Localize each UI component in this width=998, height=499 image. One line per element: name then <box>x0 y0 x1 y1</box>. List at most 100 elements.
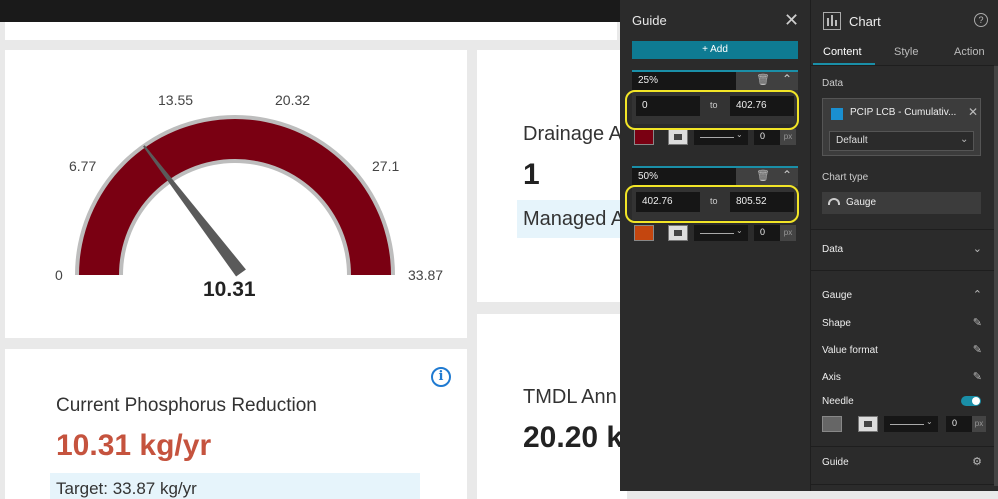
edit-icon[interactable]: ✎ <box>973 343 982 356</box>
gauge-tick-3: 20.32 <box>275 92 311 108</box>
line-width-input[interactable]: 0 <box>754 129 780 145</box>
gauge-section-header[interactable]: Gauge ⌃ <box>822 289 982 301</box>
drainage-title: Drainage A <box>523 123 622 145</box>
datasource-name[interactable]: PCIP LCB - Cumulativ... <box>850 107 962 118</box>
data-label: Data <box>822 78 844 89</box>
top-header-bar <box>0 0 620 22</box>
fill-style-icon[interactable] <box>668 129 688 145</box>
divider <box>811 65 994 66</box>
divider <box>811 484 994 485</box>
panel-title: Chart <box>849 14 881 29</box>
managed-label: Managed A <box>517 200 627 238</box>
highlight-annotation <box>625 185 799 223</box>
info-icon[interactable]: i <box>431 367 451 387</box>
trash-icon[interactable]: 🗑 <box>756 169 770 182</box>
guide-style-row: ⌄ 0 px <box>632 220 798 246</box>
needle-color-swatch[interactable] <box>822 416 842 432</box>
phosphorus-card[interactable]: i Current Phosphorus Reduction 10.31 kg/… <box>5 349 467 499</box>
unit-label: px <box>780 225 796 241</box>
guide-label: Guide <box>822 457 849 468</box>
close-icon[interactable]: ✕ <box>784 10 799 31</box>
phosphorus-title: Current Phosphorus Reduction <box>56 395 317 416</box>
gauge-tick-1: 6.77 <box>69 158 97 174</box>
gauge-tick-5: 33.87 <box>408 267 444 283</box>
value-format-label: Value format <box>822 345 878 356</box>
axis-label: Axis <box>822 372 841 383</box>
gauge-icon <box>828 198 840 205</box>
guide-panel-title: Guide <box>632 13 667 28</box>
unit-label: px <box>780 129 796 145</box>
data-section-header[interactable]: Data ⌄ <box>822 243 982 255</box>
scrollbar[interactable] <box>994 66 998 486</box>
shape-row[interactable]: Shape ✎ <box>822 316 982 329</box>
gauge-tick-4: 27.1 <box>372 158 400 174</box>
gauge-tick-2: 13.55 <box>158 92 194 108</box>
gauge-section-label: Gauge <box>822 290 853 301</box>
chevron-down-icon: ⌄ <box>972 243 982 255</box>
edit-icon[interactable]: ✎ <box>973 370 982 383</box>
divider <box>811 270 994 271</box>
highlight-annotation <box>625 90 799 130</box>
axis-row[interactable]: Axis ✎ <box>822 370 982 383</box>
gauge-card[interactable]: 0 6.77 13.55 20.32 27.1 33.87 10.31 <box>5 50 467 338</box>
bar-chart-icon <box>823 12 841 30</box>
guide-item-header: 50% 🗑 ⌃ <box>632 166 798 186</box>
guide-item-header: 25% 🗑 ⌃ <box>632 70 798 90</box>
datasource-box: PCIP LCB - Cumulativ... ✕ Default ⌄ <box>822 98 981 156</box>
chevron-up-icon[interactable]: ⌃ <box>782 72 792 86</box>
chart-type-value: Gauge <box>846 197 877 208</box>
guide-panel: Guide ✕ + Add 25% 🗑 ⌃ 0 to 402.76 ⌄ 0 px… <box>620 0 810 491</box>
tab-content[interactable]: Content <box>823 46 862 58</box>
line-style-select[interactable]: ⌄ <box>694 129 748 145</box>
data-section-label: Data <box>822 244 844 255</box>
close-icon[interactable]: ✕ <box>968 105 978 119</box>
gear-icon[interactable]: ⚙ <box>972 455 982 468</box>
guide-color-swatch[interactable] <box>634 225 654 241</box>
chevron-down-icon: ⌄ <box>960 134 969 145</box>
needle-row: Needle <box>822 396 982 407</box>
shape-label: Shape <box>822 318 851 329</box>
line-style-select[interactable]: ⌄ <box>884 416 938 432</box>
divider <box>811 446 994 447</box>
chart-type-button[interactable]: Gauge <box>822 192 981 214</box>
needle-toggle[interactable] <box>961 396 981 406</box>
settings-tabs: Content Style Action <box>811 40 998 65</box>
tmdl-title: TMDL Ann <box>523 386 617 408</box>
add-guide-button[interactable]: + Add <box>632 41 798 59</box>
tab-style[interactable]: Style <box>894 46 918 58</box>
phosphorus-value: 10.31 kg/yr <box>56 429 212 462</box>
fill-style-icon[interactable] <box>858 416 878 432</box>
divider <box>811 229 994 230</box>
guide-percent-input[interactable]: 50% <box>632 168 736 186</box>
chevron-up-icon[interactable]: ⌃ <box>782 168 792 182</box>
chevron-up-icon: ⌃ <box>972 289 982 301</box>
needle-width-input[interactable]: 0 <box>946 416 972 432</box>
chart-type-label: Chart type <box>822 172 869 183</box>
guide-row[interactable]: Guide ⚙ <box>822 455 982 468</box>
needle-label: Needle <box>822 396 854 407</box>
tab-action[interactable]: Action <box>954 46 985 58</box>
gauge-tick-0: 0 <box>55 267 63 283</box>
drainage-card[interactable]: Drainage A 1 Managed A <box>477 50 627 302</box>
value-format-row[interactable]: Value format ✎ <box>822 343 982 356</box>
gauge-value: 10.31 <box>203 278 256 301</box>
edit-icon[interactable]: ✎ <box>973 316 982 329</box>
needle-style-row: ⌄ 0 px <box>822 414 986 436</box>
help-icon[interactable]: ? <box>974 13 988 27</box>
unit-label: px <box>972 416 986 432</box>
trash-icon[interactable]: 🗑 <box>756 73 770 86</box>
datasource-view-select[interactable]: Default ⌄ <box>829 131 974 151</box>
phosphorus-target: Target: 33.87 kg/yr <box>50 473 420 499</box>
tmdl-card[interactable]: TMDL Ann 20.20 k <box>477 314 627 499</box>
guide-color-swatch[interactable] <box>634 129 654 145</box>
line-width-input[interactable]: 0 <box>754 225 780 241</box>
fill-style-icon[interactable] <box>668 225 688 241</box>
chart-settings-panel: Chart ? Content Style Action Data PCIP L… <box>810 0 998 491</box>
datasource-icon <box>831 108 843 120</box>
datasource-view-value: Default <box>836 135 868 146</box>
drainage-value: 1 <box>523 158 540 191</box>
tmdl-value: 20.20 k <box>523 421 624 454</box>
line-style-select[interactable]: ⌄ <box>694 225 748 241</box>
guide-percent-input[interactable]: 25% <box>632 72 736 90</box>
gauge-arc-fill <box>79 119 391 275</box>
